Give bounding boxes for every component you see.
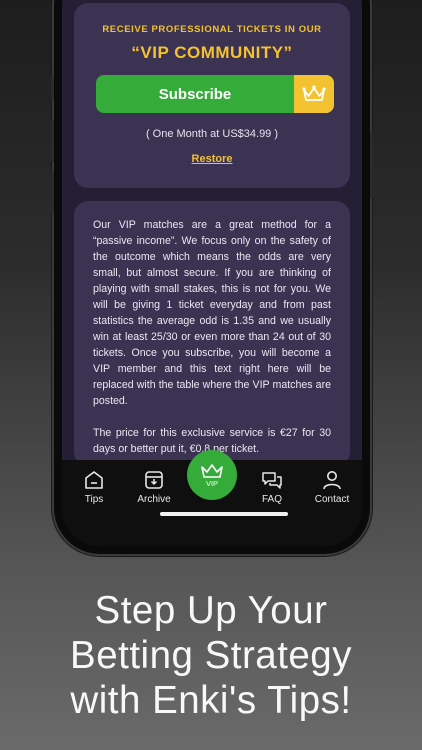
faq-icon	[262, 472, 282, 489]
volume-down-button	[51, 172, 54, 214]
user-icon	[323, 471, 341, 490]
vip-description: Our VIP matches are a great method for a…	[93, 217, 331, 473]
mute-switch	[51, 75, 54, 99]
description-paragraph: Our VIP matches are a great method for a…	[93, 219, 331, 407]
app-screen: RECEIVE PROFESSIONAL TICKETS IN OUR “VIP…	[62, 0, 362, 546]
tab-vip-label: VIP	[205, 478, 219, 488]
promo-headline: Step Up Your Betting Strategy with Enki'…	[0, 588, 422, 723]
promo-title: “VIP COMMUNITY”	[131, 43, 293, 62]
vip-description-card: Our VIP matches are a great method for a…	[74, 201, 350, 466]
restore-link[interactable]: Restore	[74, 153, 350, 165]
tab-tips[interactable]: Tips	[64, 470, 124, 505]
headline-line: Step Up Your	[94, 589, 328, 632]
subscribe-button[interactable]: Subscribe	[96, 75, 334, 113]
phone-frame: RECEIVE PROFESSIONAL TICKETS IN OUR “VIP…	[51, 0, 373, 554]
tab-tips-label: Tips	[84, 494, 104, 505]
archive-icon	[145, 471, 163, 489]
tab-archive-label: Archive	[137, 494, 171, 505]
tab-faq-label: FAQ	[261, 494, 282, 505]
price-note: ( One Month at US$34.99 )	[145, 128, 279, 140]
vip-promo-card: RECEIVE PROFESSIONAL TICKETS IN OUR “VIP…	[74, 3, 350, 188]
subscribe-label: Subscribe	[158, 85, 232, 103]
tab-faq[interactable]: FAQ	[242, 470, 302, 505]
tab-vip[interactable]: VIP	[187, 450, 237, 500]
home-indicator	[160, 512, 288, 516]
headline-line: Betting Strategy	[70, 634, 352, 677]
tab-archive[interactable]: Archive	[124, 470, 184, 505]
home-icon	[85, 471, 103, 489]
power-button	[370, 132, 373, 198]
tab-contact[interactable]: Contact	[302, 470, 362, 505]
promo-line: RECEIVE PROFESSIONAL TICKETS IN OUR	[102, 24, 322, 35]
headline-line: with Enki's Tips!	[70, 679, 352, 722]
tab-contact-label: Contact	[314, 494, 350, 505]
crown-icon	[294, 75, 334, 113]
volume-up-button	[51, 120, 54, 162]
crown-icon	[201, 463, 223, 478]
